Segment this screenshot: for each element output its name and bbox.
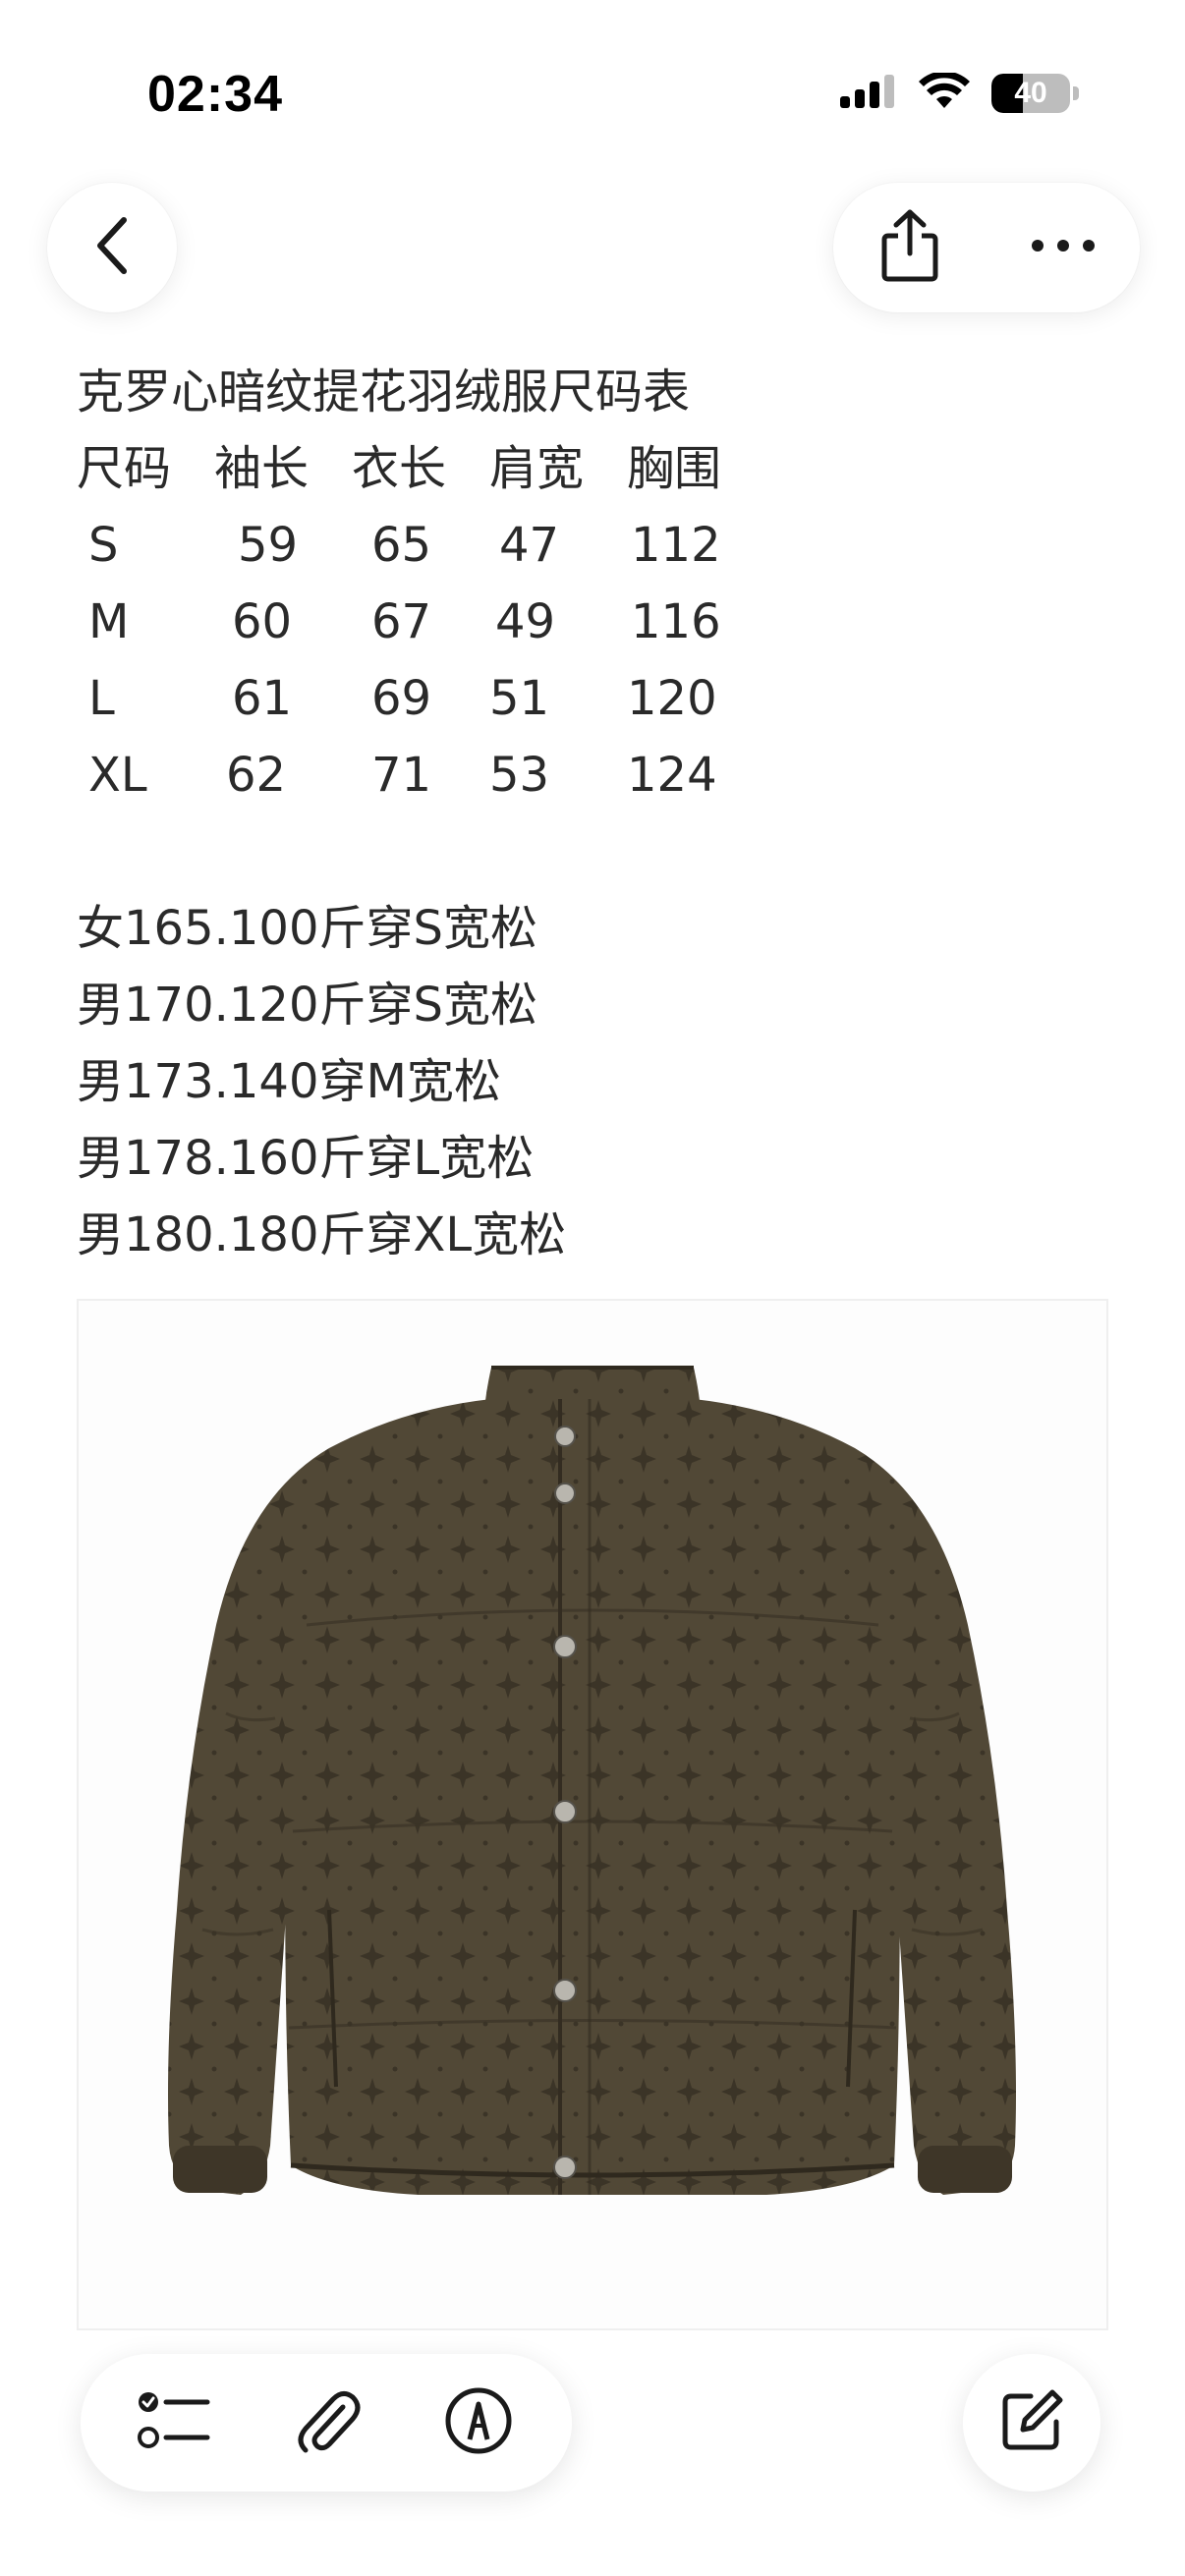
size-cell: M (88, 594, 130, 649)
wifi-icon (919, 70, 970, 115)
size-cell: 49 (495, 594, 556, 649)
size-cell: 71 (371, 748, 432, 803)
status-time: 02:34 (147, 66, 283, 123)
compose-icon (997, 2386, 1066, 2460)
ellipsis-icon (1031, 239, 1096, 257)
checklist-icon (137, 2388, 211, 2458)
note-body[interactable]: 克罗心暗纹提花羽绒服尺码表 尺码 袖长 衣长 肩宽 胸围 S 59 65 47 … (77, 354, 1108, 1273)
size-cell: 116 (631, 594, 721, 649)
attachment-button[interactable] (277, 2374, 375, 2472)
share-button[interactable] (861, 198, 959, 297)
back-button[interactable] (47, 183, 177, 312)
size-cell: 51 (489, 671, 550, 726)
battery-body: 40 (991, 74, 1070, 113)
header-length: 衣长 (352, 441, 447, 496)
size-cell: XL (88, 748, 147, 803)
battery-level: 40 (1014, 77, 1047, 109)
size-recommendation: 男180.180斤穿XL宽松 (77, 1207, 567, 1262)
size-cell: 67 (371, 594, 432, 649)
size-recommendation: 男173.140穿M宽松 (77, 1054, 501, 1109)
note-title: 克罗心暗纹提花羽绒服尺码表 (77, 364, 691, 420)
size-row: XL 62 71 53 124 (77, 737, 1108, 813)
puffer-jacket-image (168, 1366, 1016, 2195)
header-sleeve: 袖长 (214, 441, 310, 496)
battery-tip (1073, 86, 1079, 100)
size-cell: 60 (232, 594, 293, 649)
size-cell: 47 (499, 518, 560, 573)
jacket-photo[interactable] (77, 1299, 1108, 2330)
size-cell: L (88, 671, 115, 726)
header-chest: 胸围 (627, 441, 722, 496)
size-cell: 112 (631, 518, 721, 573)
bottom-toolbar (81, 2354, 572, 2492)
size-row: S 59 65 47 112 (77, 507, 1108, 584)
size-cell: 65 (371, 518, 432, 573)
header-shoulder: 肩宽 (489, 441, 585, 496)
pen-markup-icon (444, 2386, 513, 2460)
size-recommendation: 男170.120斤穿S宽松 (77, 978, 537, 1033)
share-icon (878, 208, 941, 288)
size-row: M 60 67 49 116 (77, 584, 1108, 660)
size-cell: 120 (627, 671, 717, 726)
status-icons: 40 (840, 70, 1079, 116)
size-cell: 59 (238, 518, 299, 573)
compose-button[interactable] (963, 2354, 1100, 2492)
size-cell: 124 (627, 748, 717, 803)
size-cell: 69 (371, 671, 432, 726)
size-recommendation: 男178.160斤穿L宽松 (77, 1131, 535, 1186)
size-cell: 53 (489, 748, 550, 803)
chevron-left-icon (90, 214, 134, 282)
size-cell: S (88, 518, 119, 573)
size-table-header: 尺码 袖长 衣长 肩宽 胸围 (77, 430, 1108, 507)
paperclip-icon (292, 2385, 361, 2461)
size-cell: 61 (232, 671, 293, 726)
checklist-button[interactable] (125, 2374, 223, 2472)
more-button[interactable] (1014, 198, 1112, 297)
size-cell: 62 (226, 748, 287, 803)
header-size: 尺码 (77, 441, 172, 496)
battery-icon: 40 (991, 74, 1079, 113)
signal-icon (840, 74, 897, 113)
markup-button[interactable] (429, 2374, 528, 2472)
size-row: L 61 69 51 120 (77, 660, 1108, 737)
nav-actions (833, 183, 1140, 312)
size-recommendation: 女165.100斤穿S宽松 (77, 901, 537, 956)
